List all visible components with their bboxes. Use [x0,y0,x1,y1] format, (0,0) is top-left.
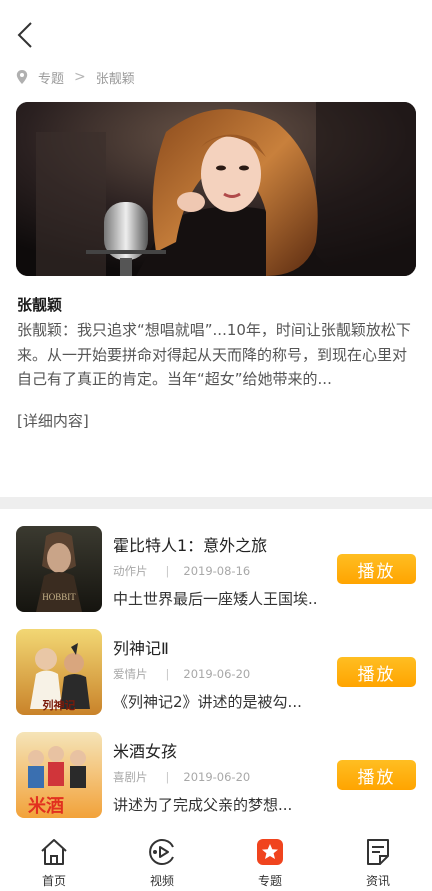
artist-description: 张靓颖：我只追求“想唱就唱”...10年，时间让张靓颖放松下来。从一开始要拼命对… [17,321,411,388]
movie-summary: 讲述为了完成父亲的梦想... [113,796,293,814]
svg-text:米酒: 米酒 [28,795,64,817]
movie-meta: 动作片 | 2019-08-16 [113,564,251,578]
video-icon [146,836,178,868]
chevron-left-icon [17,22,32,48]
movie-summary: 《列神记2》讲述的是被勾... [113,693,302,711]
movie-date: 2019-08-16 [183,564,251,578]
play-button[interactable]: 播放 [337,554,416,584]
detail-link[interactable]: [详细内容] [17,410,89,431]
tab-label: 视频 [149,874,174,888]
list-item[interactable]: 列神记 列神记Ⅱ 爱情片 | 2019-06-20 《列神记2》讲述的是被勾..… [0,623,432,715]
play-button[interactable]: 播放 [337,657,416,687]
movie-title[interactable]: 列神记Ⅱ [113,635,169,659]
movie-meta: 喜剧片 | 2019-06-20 [113,770,251,784]
artist-name: 张靓颖 [17,296,63,314]
breadcrumb-parent[interactable]: 专题 [38,68,64,87]
movie-genre: 喜剧片 [113,770,148,784]
tab-label: 资讯 [365,874,390,888]
svg-text:HOBBIT: HOBBIT [42,592,76,602]
artist-hero-image [16,102,416,276]
home-icon [38,836,70,868]
breadcrumb-separator: > [74,69,86,85]
topic-star-icon [254,836,286,868]
tab-label: 专题 [257,874,282,888]
tab-home[interactable]: 首页 [0,828,108,891]
tab-label: 首页 [41,874,66,888]
liesheng-poster: 列神记 [16,629,102,715]
movie-date: 2019-06-20 [183,667,251,681]
movie-meta: 爱情片 | 2019-06-20 [113,667,251,681]
movie-genre: 动作片 [113,564,148,578]
movie-summary: 中土世界最后一座矮人王国埃... [113,590,318,608]
play-button[interactable]: 播放 [337,760,416,790]
movie-date: 2019-06-20 [183,770,251,784]
movie-genre: 爱情片 [113,667,148,681]
movie-title[interactable]: 霍比特人1：意外之旅 [113,532,267,556]
tab-news[interactable]: 资讯 [324,828,432,891]
back-button[interactable] [12,18,38,52]
svg-text:列神记: 列神记 [43,698,76,712]
section-divider [0,497,432,509]
artist-photo [16,102,416,276]
bottom-tab-bar: 首页 视频 专题 资讯 [0,828,432,891]
breadcrumb-current: 张靓颖 [95,71,135,87]
list-item[interactable]: 米酒 米酒女孩 喜剧片 | 2019-06-20 讲述为了完成父亲的梦想... … [0,726,432,818]
breadcrumb: 专题 > 张靓颖 [16,66,135,88]
tab-video[interactable]: 视频 [108,828,216,891]
rice-wine-poster: 米酒 [16,732,102,818]
movie-title[interactable]: 米酒女孩 [113,738,177,762]
tab-topic[interactable]: 专题 [216,828,324,891]
location-pin-icon [16,70,28,84]
news-icon [362,836,394,868]
hobbit-poster: HOBBIT [16,526,102,612]
list-item[interactable]: HOBBIT 霍比特人1：意外之旅 动作片 | 2019-08-16 中土世界最… [0,520,432,612]
